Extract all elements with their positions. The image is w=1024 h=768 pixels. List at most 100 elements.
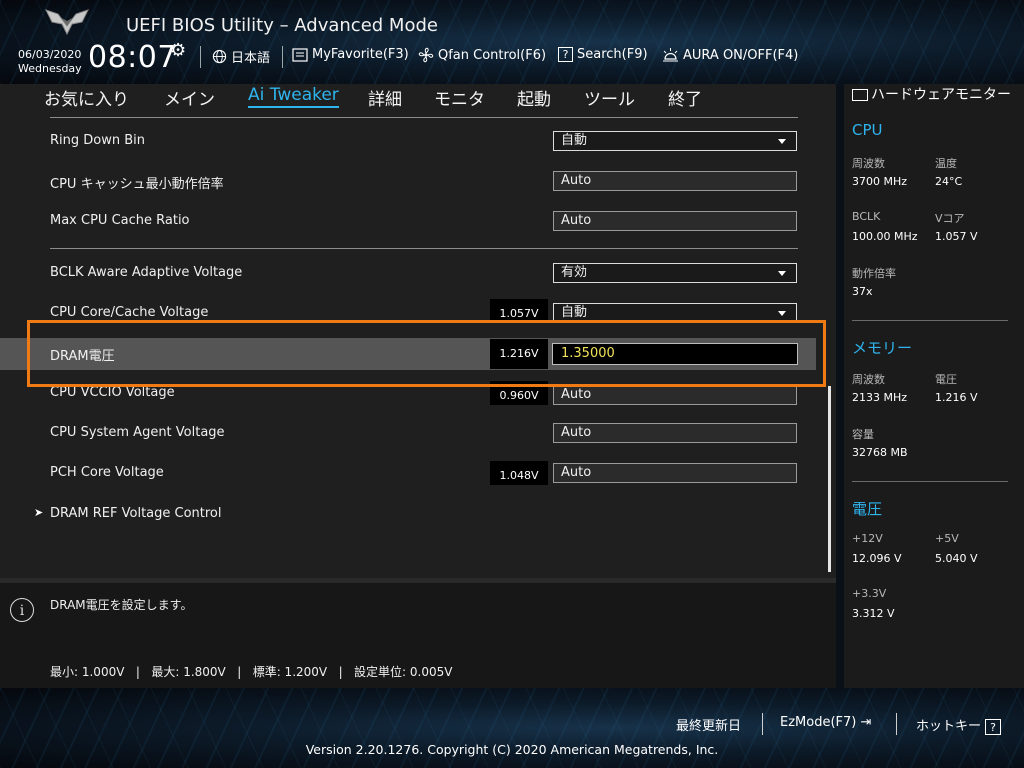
v5-label: +5V — [935, 532, 959, 545]
cpu-vccio-voltage-field[interactable]: Auto — [553, 385, 797, 405]
pch-core-voltage-field[interactable]: Auto — [553, 463, 797, 483]
tab-boot[interactable]: 起動 — [517, 85, 551, 110]
setting-description: DRAM電圧を設定します。 — [50, 598, 193, 612]
v5-value: 5.040 V — [935, 552, 978, 565]
gear-icon[interactable]: ⚙ — [170, 40, 186, 61]
hotkeys-label: ホットキー — [916, 719, 982, 734]
hardware-monitor-title: ハードウェアモニター — [852, 86, 1012, 104]
chevron-down-icon — [778, 139, 786, 144]
language-label: 日本語 — [231, 51, 271, 66]
v33-value: 3.312 V — [852, 607, 895, 620]
aura-icon — [663, 48, 678, 62]
chevron-down-icon — [778, 311, 786, 316]
tab-main[interactable]: メイン — [164, 85, 215, 110]
tab-ai-tweaker[interactable]: Ai Tweaker — [248, 85, 339, 108]
exit-arrow-icon: ⇥ — [860, 715, 872, 730]
v33-label: +3.3V — [852, 587, 887, 600]
favorite-icon — [292, 47, 308, 62]
cpu-core-voltage-label: CPU Core/Cache Voltage — [50, 305, 209, 320]
section-divider — [50, 248, 798, 249]
info-icon: i — [10, 598, 34, 622]
tab-monitor[interactable]: モニタ — [434, 85, 485, 110]
ezmode-label: EzMode(F7) — [780, 715, 857, 730]
last-modified-button[interactable]: 最終更新日 — [676, 715, 741, 734]
cpu-heading: CPU — [852, 121, 883, 139]
ratio-value: 37x — [852, 285, 873, 298]
voltage-limits: 最小: 1.000V | 最大: 1.800V | 標準: 1.200V | 設… — [50, 665, 453, 679]
pch-core-voltage-reading: 1.048V — [490, 461, 548, 485]
bclk-label: BCLK — [852, 210, 881, 223]
voltage-heading: 電圧 — [852, 500, 883, 518]
copyright-text: Version 2.20.1276. Copyright (C) 2020 Am… — [305, 742, 719, 757]
cpu-cache-min-ratio-label: CPU キャッシュ最小動作倍率 — [50, 177, 224, 192]
app-title: UEFI BIOS Utility – Advanced Mode — [126, 15, 438, 36]
memory-freq-value: 2133 MHz — [852, 391, 908, 404]
scrollbar[interactable] — [828, 386, 831, 572]
bclk-aware-label: BCLK Aware Adaptive Voltage — [50, 265, 243, 280]
header-divider — [282, 46, 283, 68]
tab-tool[interactable]: ツール — [584, 85, 635, 110]
memory-heading: メモリー — [852, 339, 913, 357]
chevron-down-icon — [778, 271, 786, 276]
globe-icon — [212, 49, 227, 64]
v12-label: +12V — [852, 532, 883, 545]
myfavorite-button[interactable]: MyFavorite(F3) — [292, 47, 409, 62]
section-divider — [50, 117, 798, 118]
search-button[interactable]: ? Search(F9) — [558, 47, 648, 62]
ezmode-button[interactable]: EzMode(F7) ⇥ — [780, 715, 871, 730]
qfan-label: Qfan Control(F6) — [438, 47, 547, 63]
search-icon: ? — [558, 47, 573, 62]
dram-ref-voltage-control-link[interactable]: DRAM REF Voltage Control — [50, 506, 222, 521]
vcore-label: Vコア — [935, 212, 965, 225]
aura-button[interactable]: AURA ON/OFF(F4) — [662, 47, 798, 63]
language-button[interactable]: 日本語 — [212, 47, 270, 66]
footer-divider — [762, 713, 763, 735]
cpu-freq-value: 3700 MHz — [852, 175, 908, 188]
search-label: Search(F9) — [577, 47, 648, 62]
bclk-value: 100.00 MHz — [852, 230, 918, 243]
cpu-temp-label: 温度 — [935, 157, 957, 170]
tuf-logo-icon — [45, 9, 89, 36]
weekday-text: Wednesday — [18, 62, 82, 75]
chevron-right-icon: ➤ — [34, 506, 44, 519]
cpu-core-voltage-value: 自動 — [561, 305, 588, 320]
help-icon: ? — [985, 718, 1002, 735]
tab-exit[interactable]: 終了 — [668, 85, 702, 110]
tab-advanced[interactable]: 詳細 — [368, 85, 402, 110]
cpu-cache-min-ratio-field[interactable]: Auto — [553, 171, 797, 191]
v12-value: 12.096 V — [852, 552, 902, 565]
max-cpu-cache-ratio-field[interactable]: Auto — [553, 211, 797, 231]
bclk-aware-value: 有効 — [561, 265, 588, 280]
cpu-system-agent-voltage-field[interactable]: Auto — [553, 423, 797, 443]
myfavorite-label: MyFavorite(F3) — [312, 47, 409, 62]
fan-icon — [418, 47, 434, 63]
cpu-temp-value: 24°C — [935, 175, 963, 188]
monitor-icon — [852, 89, 868, 101]
date-display: 06/03/2020 Wednesday — [18, 48, 82, 76]
date-text: 06/03/2020 — [18, 48, 82, 61]
memory-cap-label: 容量 — [852, 428, 874, 441]
monitor-divider — [852, 320, 1008, 321]
memory-cap-value: 32768 MB — [852, 446, 908, 459]
max-cpu-cache-ratio-label: Max CPU Cache Ratio — [50, 213, 190, 228]
ring-down-bin-select[interactable]: 自動 — [553, 131, 797, 151]
ratio-label: 動作倍率 — [852, 267, 896, 280]
cpu-freq-label: 周波数 — [852, 157, 885, 170]
header-divider — [200, 46, 201, 68]
bclk-aware-select[interactable]: 有効 — [553, 263, 797, 283]
ring-down-bin-value: 自動 — [561, 133, 588, 148]
pch-core-voltage-label: PCH Core Voltage — [50, 465, 164, 480]
hardware-monitor-title-text: ハードウェアモニター — [871, 87, 1011, 103]
monitor-divider — [852, 481, 1008, 482]
aura-label: AURA ON/OFF(F4) — [683, 47, 799, 63]
info-panel-border — [0, 578, 836, 583]
cpu-vccio-voltage-label: CPU VCCIO Voltage — [50, 385, 175, 400]
tab-favorites[interactable]: お気に入り — [44, 85, 129, 110]
cpu-system-agent-voltage-label: CPU System Agent Voltage — [50, 425, 225, 440]
memory-freq-label: 周波数 — [852, 373, 885, 386]
ring-down-bin-label: Ring Down Bin — [50, 133, 146, 148]
highlight-box — [27, 320, 826, 387]
qfan-button[interactable]: Qfan Control(F6) — [418, 47, 546, 63]
hotkeys-button[interactable]: ホットキー? — [916, 715, 1002, 735]
memory-volt-label: 電圧 — [935, 373, 957, 386]
